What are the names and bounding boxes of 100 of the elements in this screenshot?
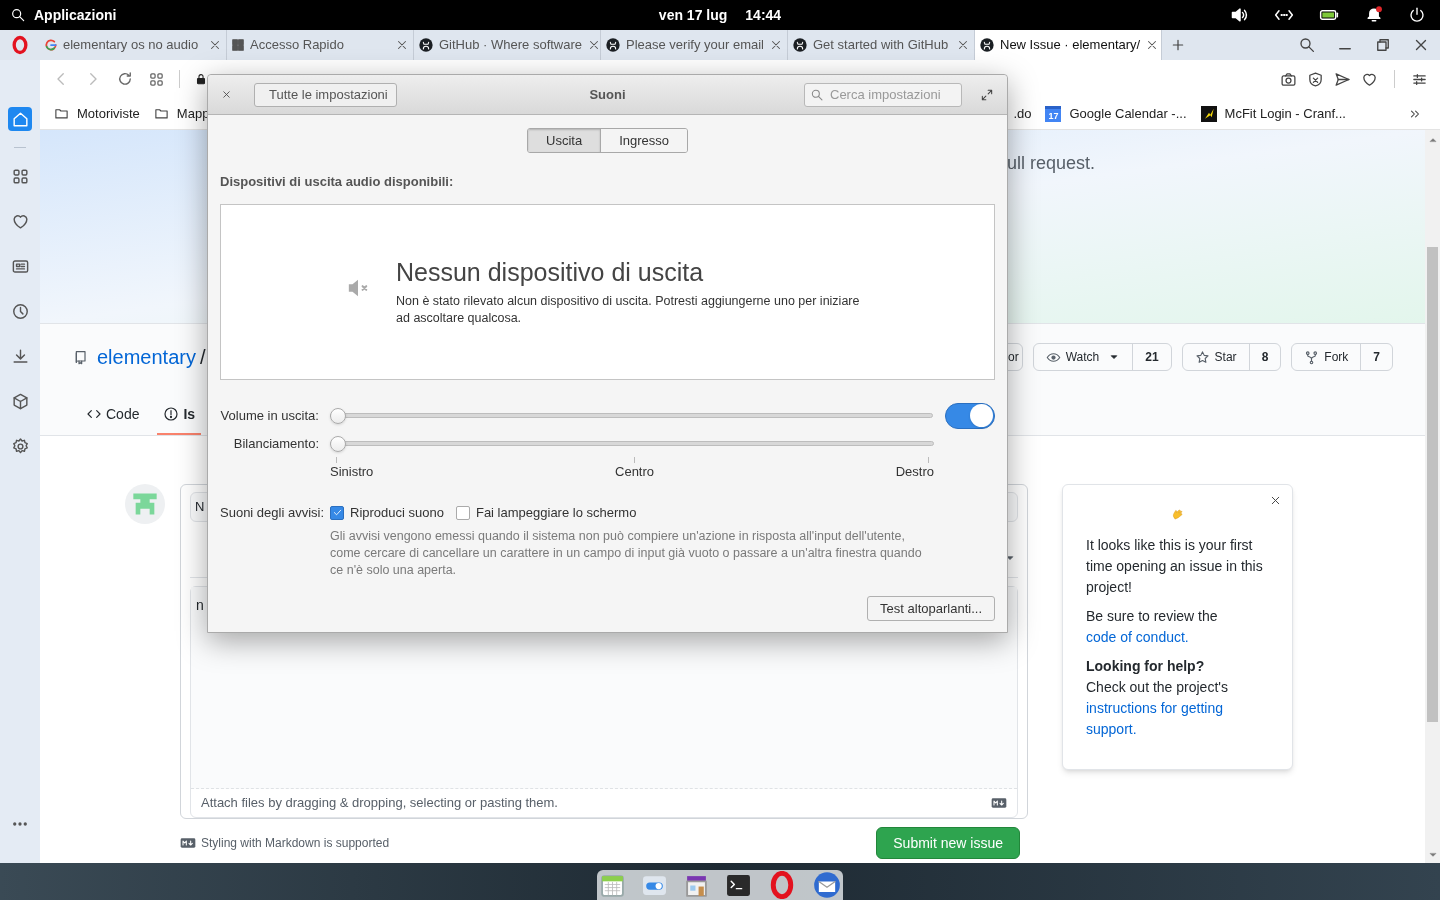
- empty-description: Non è stato rilevato alcun dispositivo di uscita. Potresti aggiungerne uno per iniziare ad ascoltare qualcosa.: [396, 292, 861, 327]
- slider-label: Bilanciamento:: [232, 434, 319, 453]
- help-text: Check out the project's: [1086, 678, 1229, 697]
- repo-tab[interactable]: Is: [157, 395, 202, 435]
- counter[interactable]: 8: [1249, 344, 1281, 370]
- issues-icon: [163, 406, 180, 422]
- slider-label: Volume in uscita:: [220, 406, 319, 425]
- close-icon[interactable]: [1269, 494, 1282, 507]
- empty-title: Nessun dispositivo di uscita: [396, 256, 705, 287]
- help-intro: It looks like this is your first time opening an issue in this project!: [1086, 536, 1264, 597]
- grid-icon[interactable]: [148, 70, 165, 88]
- banner-text: ull request.: [1007, 153, 1096, 173]
- segment-tab[interactable]: Uscita: [528, 129, 601, 152]
- search-icon[interactable]: [1298, 36, 1316, 54]
- fork-button[interactable]: Fork: [1292, 344, 1362, 370]
- bookmark[interactable]: .do: [1013, 103, 1032, 124]
- folder-icon: [153, 106, 169, 121]
- scale-label: Centro: [615, 462, 655, 481]
- maximize-icon[interactable]: [980, 87, 994, 102]
- review-note: Be sure to review the code of conduct.: [1086, 607, 1219, 647]
- settings-icon: [10, 436, 30, 456]
- cat-logo-icon: [418, 37, 434, 53]
- search-icon: [810, 87, 824, 102]
- waving-hand-icon: [1170, 507, 1185, 521]
- close-icon[interactable]: [395, 38, 409, 52]
- close-icon[interactable]: [208, 38, 222, 52]
- notification-bell-icon[interactable]: [1364, 5, 1384, 25]
- lock-icon: [194, 72, 208, 86]
- help-heading: Looking for help?: [1086, 657, 1206, 676]
- fork-icon: [1304, 349, 1320, 365]
- home-icon: [10, 109, 30, 129]
- clock-label[interactable]: 14:44: [745, 4, 782, 26]
- power-icon[interactable]: [1408, 6, 1426, 24]
- shield-icon[interactable]: [1307, 70, 1324, 88]
- scale-label: Sinistro: [330, 462, 374, 481]
- sidebar-item[interactable]: [8, 107, 32, 131]
- cat-logo-icon: [792, 37, 808, 53]
- calendar-icon: 17: [1045, 105, 1062, 122]
- attach-hint: Attach files by dragging & dropping, selecting or pasting them.: [201, 794, 558, 813]
- mail-icon[interactable]: [812, 871, 841, 899]
- code-of-conduct-link[interactable]: code of conduct.: [1086, 629, 1189, 645]
- browser-tab[interactable]: New Issue · elementary/: [975, 30, 1162, 60]
- counter[interactable]: 21: [1133, 344, 1171, 370]
- bookmark[interactable]: 17 Google Calendar -...: [1045, 103, 1187, 124]
- slider-thumb[interactable]: [329, 407, 346, 424]
- cat-logo-icon: [979, 37, 995, 53]
- slider[interactable]: [329, 407, 934, 424]
- terminal-icon[interactable]: [725, 872, 751, 898]
- test-speakers-button[interactable]: Test altoparlanti...: [867, 596, 995, 621]
- alerts-description: Gli avvisi vengono emessi quando il sistema non può compiere un'azione in risposta all'input dell'utente, come cercare di cancellare un carattere in un campo di input già vuoto o passare a un'altra finestra quando ce n'è solo una aperta.: [330, 527, 923, 579]
- restore-icon[interactable]: [1374, 36, 1392, 54]
- scrollbar-thumb[interactable]: [1427, 247, 1438, 722]
- send-icon[interactable]: [1334, 70, 1351, 88]
- cube-icon: [10, 391, 30, 411]
- bolt-logo-icon: [1200, 105, 1217, 122]
- grid-icon: [231, 38, 245, 52]
- watch-button[interactable]: Watch: [1033, 344, 1134, 370]
- applications-menu[interactable]: Applicazioni: [34, 4, 117, 26]
- toggle-switch[interactable]: [945, 402, 995, 429]
- scroll-down-icon[interactable]: [1428, 851, 1437, 859]
- folder-icon: [54, 106, 69, 121]
- close-icon[interactable]: [221, 89, 232, 100]
- ring-logo-icon[interactable]: [10, 35, 30, 55]
- g-logo-icon: [44, 38, 58, 52]
- section-heading: Dispositivi di uscita audio disponibili:: [220, 173, 455, 191]
- star-button[interactable]: Star: [1182, 344, 1250, 370]
- scroll-up-icon[interactable]: [1428, 136, 1437, 144]
- repo-owner-link[interactable]: elementary: [97, 342, 196, 372]
- markdown-note: Styling with Markdown is supported: [201, 835, 390, 852]
- segment-tab[interactable]: Ingresso: [600, 129, 687, 152]
- reload-icon[interactable]: [116, 70, 134, 88]
- scrollbar[interactable]: [1425, 130, 1440, 863]
- markdown-icon: [180, 835, 196, 851]
- counter[interactable]: 7: [1361, 344, 1392, 370]
- slider[interactable]: [330, 435, 934, 452]
- date-label[interactable]: ven 17 lug: [658, 4, 728, 26]
- star-icon: [1194, 349, 1210, 365]
- search-field[interactable]: Cerca impostazioni: [804, 82, 962, 107]
- support-link[interactable]: instructions for getting support.: [1086, 698, 1269, 740]
- slider-thumb[interactable]: [330, 435, 346, 452]
- camera-icon[interactable]: [1280, 70, 1297, 88]
- clock-icon: [10, 301, 30, 321]
- scale-label: Destro: [895, 462, 934, 481]
- checkbox-option[interactable]: Fai lampeggiare lo schermo: [455, 502, 637, 523]
- window-title: Suoni: [589, 85, 626, 104]
- markdown-icon: [991, 795, 1007, 811]
- grid-icon: [10, 166, 30, 186]
- repo-icon: [73, 349, 89, 365]
- close-icon[interactable]: [769, 38, 783, 52]
- search-icon[interactable]: [10, 7, 26, 23]
- path-separator: /: [199, 345, 206, 370]
- close-icon[interactable]: [956, 38, 970, 52]
- repo-tab[interactable]: Code: [80, 395, 146, 435]
- cat-logo-icon: [605, 37, 621, 53]
- bookmark[interactable]: Motoriviste: [54, 103, 140, 124]
- bookmark[interactable]: McFit Login - Cranf...: [1200, 103, 1346, 124]
- back-button[interactable]: Tutte le impostazioni: [254, 82, 397, 107]
- new-tab-icon[interactable]: [1170, 37, 1186, 53]
- checkbox-option[interactable]: Riproduci suono: [330, 502, 444, 523]
- check-icon: [331, 507, 343, 518]
